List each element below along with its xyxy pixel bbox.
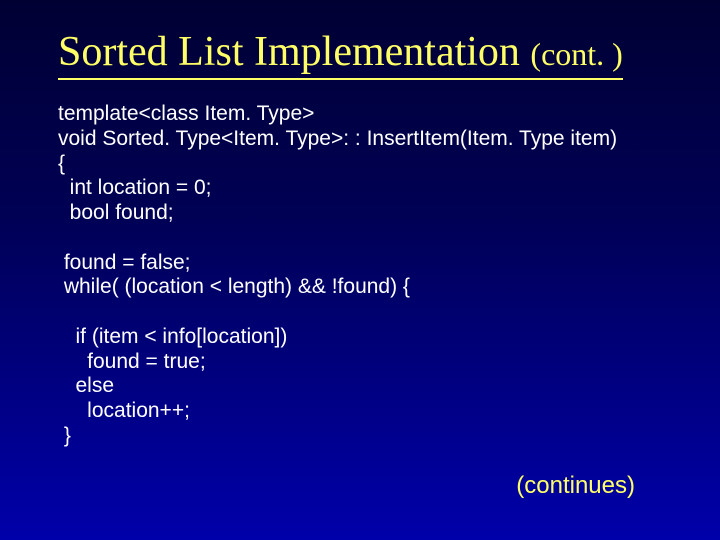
slide-title: Sorted List Implementation (cont. ) — [58, 28, 623, 80]
title-cont: (cont. ) — [530, 36, 622, 72]
slide: Sorted List Implementation (cont. ) temp… — [0, 0, 720, 540]
continues-label: (continues) — [516, 472, 635, 500]
code-block: template<class Item. Type> void Sorted. … — [58, 102, 670, 449]
title-main: Sorted List Implementation — [58, 29, 530, 75]
